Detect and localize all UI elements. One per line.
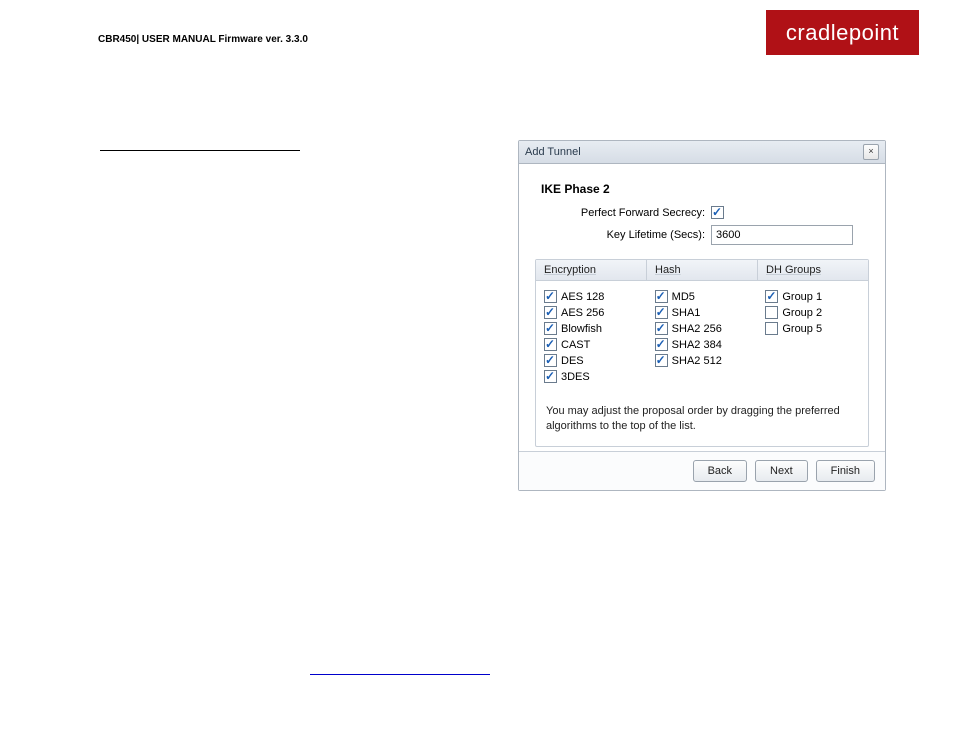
option-label: SHA2 384 [672, 339, 722, 351]
encryption-checkbox[interactable] [544, 370, 557, 383]
encryption-checkbox[interactable] [544, 306, 557, 319]
back-button[interactable]: Back [693, 460, 747, 482]
hash-checkbox[interactable] [655, 290, 668, 303]
list-item[interactable]: Blowfish [544, 322, 639, 335]
list-item[interactable]: Group 1 [765, 290, 860, 303]
hyperlink-underline[interactable] [310, 674, 490, 675]
manual-header: CBR450| USER MANUAL Firmware ver. 3.3.0 [98, 34, 308, 45]
list-item[interactable]: Group 2 [765, 306, 860, 319]
list-item[interactable]: SHA1 [655, 306, 750, 319]
list-item[interactable]: SHA2 512 [655, 354, 750, 367]
dh-checkbox[interactable] [765, 306, 778, 319]
pfs-checkbox[interactable] [711, 206, 724, 219]
hash-checkbox[interactable] [655, 306, 668, 319]
option-label: SHA1 [672, 307, 701, 319]
next-button[interactable]: Next [755, 460, 808, 482]
option-label: Group 1 [782, 291, 822, 303]
hash-checkbox[interactable] [655, 354, 668, 367]
option-label: SHA2 256 [672, 323, 722, 335]
option-label: MD5 [672, 291, 695, 303]
list-item[interactable]: SHA2 384 [655, 338, 750, 351]
list-item[interactable]: AES 256 [544, 306, 639, 319]
col-header-encryption[interactable]: Encryption [536, 260, 647, 280]
dialog-titlebar: Add Tunnel × [519, 141, 885, 164]
option-label: Group 5 [782, 323, 822, 335]
dh-checkbox[interactable] [765, 322, 778, 335]
list-item[interactable]: Group 5 [765, 322, 860, 335]
encryption-checkbox[interactable] [544, 290, 557, 303]
col-header-dh[interactable]: DH Groups [758, 260, 868, 280]
brand-logo: cradlepoint [766, 10, 919, 55]
list-item[interactable]: AES 128 [544, 290, 639, 303]
finish-button[interactable]: Finish [816, 460, 875, 482]
dialog-footer: Back Next Finish [519, 451, 885, 490]
algorithms-panel: Encryption Hash DH Groups AES 128 AES 25… [535, 259, 869, 447]
hash-checkbox[interactable] [655, 338, 668, 351]
section-title: IKE Phase 2 [541, 182, 869, 196]
option-label: 3DES [561, 371, 590, 383]
option-label: Group 2 [782, 307, 822, 319]
list-item[interactable]: 3DES [544, 370, 639, 383]
list-item[interactable]: MD5 [655, 290, 750, 303]
option-label: AES 128 [561, 291, 604, 303]
hash-checkbox[interactable] [655, 322, 668, 335]
dh-column: Group 1 Group 2 Group 5 [757, 287, 868, 386]
key-lifetime-input[interactable] [711, 225, 853, 245]
pfs-label: Perfect Forward Secrecy: [535, 207, 711, 219]
list-item[interactable]: SHA2 256 [655, 322, 750, 335]
encryption-checkbox[interactable] [544, 338, 557, 351]
option-label: CAST [561, 339, 590, 351]
encryption-checkbox[interactable] [544, 354, 557, 367]
option-label: Blowfish [561, 323, 602, 335]
dh-checkbox[interactable] [765, 290, 778, 303]
encryption-checkbox[interactable] [544, 322, 557, 335]
close-icon[interactable]: × [863, 144, 879, 160]
key-lifetime-label: Key Lifetime (Secs): [535, 229, 711, 241]
list-item[interactable]: CAST [544, 338, 639, 351]
add-tunnel-dialog: Add Tunnel × IKE Phase 2 Perfect Forward… [518, 140, 886, 491]
option-label: DES [561, 355, 584, 367]
encryption-column: AES 128 AES 256 Blowfish CAST DES 3DES [536, 287, 647, 386]
dialog-title: Add Tunnel [525, 146, 581, 158]
hash-column: MD5 SHA1 SHA2 256 SHA2 384 SHA2 512 [647, 287, 758, 386]
list-item[interactable]: DES [544, 354, 639, 367]
col-header-hash[interactable]: Hash [647, 260, 758, 280]
proposal-hint: You may adjust the proposal order by dra… [536, 394, 868, 446]
option-label: AES 256 [561, 307, 604, 319]
option-label: SHA2 512 [672, 355, 722, 367]
section-heading-underline [100, 150, 300, 151]
